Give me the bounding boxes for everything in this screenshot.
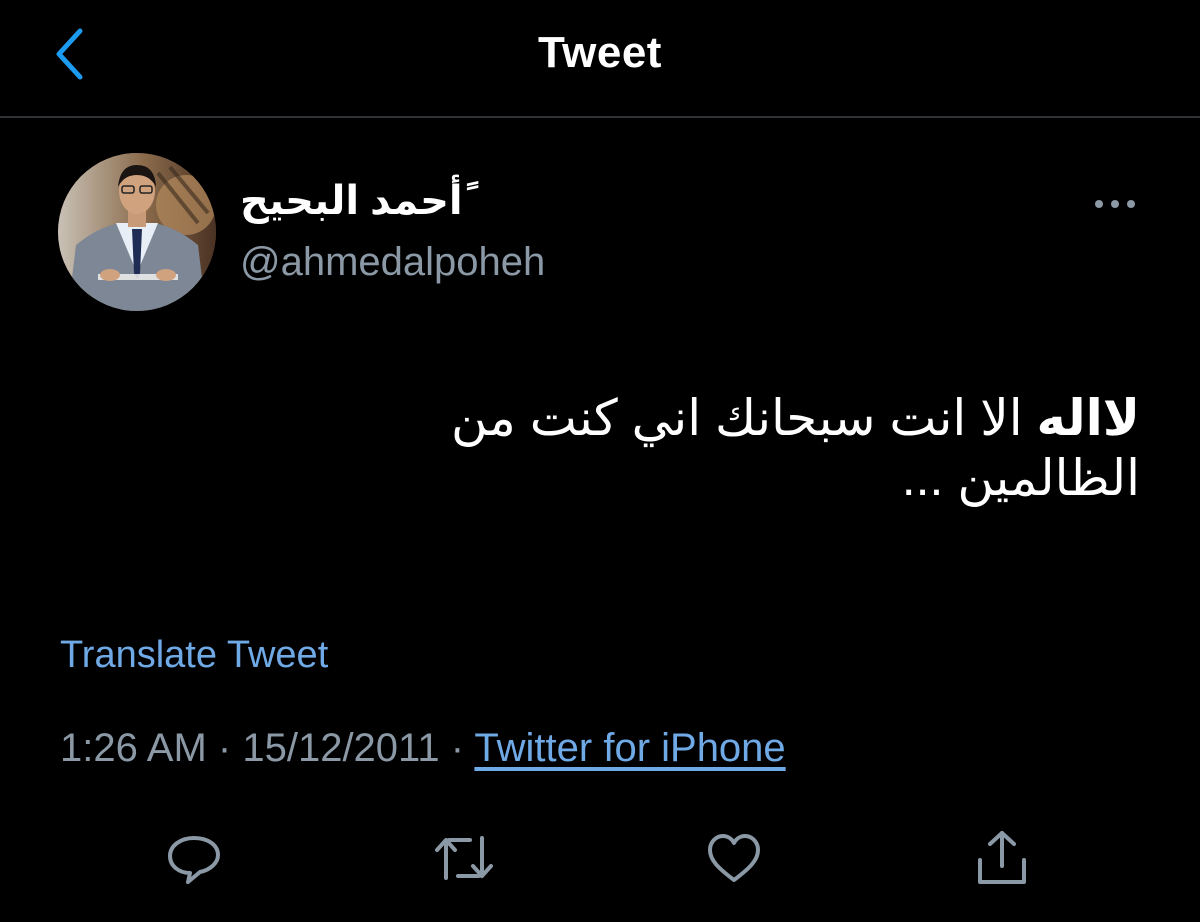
tweet-date: 15/12/2011: [242, 726, 440, 770]
retweet-icon: [435, 836, 493, 880]
share-button[interactable]: [970, 826, 1034, 890]
top-bar: Tweet: [0, 0, 1200, 118]
meta-separator: ·: [217, 726, 232, 770]
more-icon: [1095, 200, 1135, 208]
avatar-photo: [58, 153, 216, 311]
meta-separator: ·: [450, 726, 465, 770]
reply-icon: [168, 836, 220, 884]
more-options-button[interactable]: [1090, 192, 1140, 216]
reply-button[interactable]: [162, 826, 226, 890]
share-icon: [978, 831, 1026, 884]
avatar[interactable]: [58, 153, 216, 311]
tweet-source-link[interactable]: Twitter for iPhone: [474, 726, 785, 770]
like-button[interactable]: [702, 826, 766, 890]
author-handle[interactable]: @ahmedalpoheh: [240, 240, 545, 285]
tweet-time: 1:26 AM: [60, 726, 207, 770]
author-display-name[interactable]: ًأحمد البحيح: [240, 178, 463, 224]
tweet-text-bold: لااله: [1036, 390, 1140, 446]
tweet-metadata: 1:26 AM · 15/12/2011 · Twitter for iPhon…: [60, 726, 786, 771]
translate-tweet-link[interactable]: Translate Tweet: [60, 634, 328, 677]
tweet-text: لااله الا انت سبحانك اني كنت من الظالمين…: [280, 388, 1140, 508]
page-title: Tweet: [538, 28, 662, 77]
retweet-button[interactable]: [432, 826, 496, 890]
heart-icon: [708, 834, 760, 882]
